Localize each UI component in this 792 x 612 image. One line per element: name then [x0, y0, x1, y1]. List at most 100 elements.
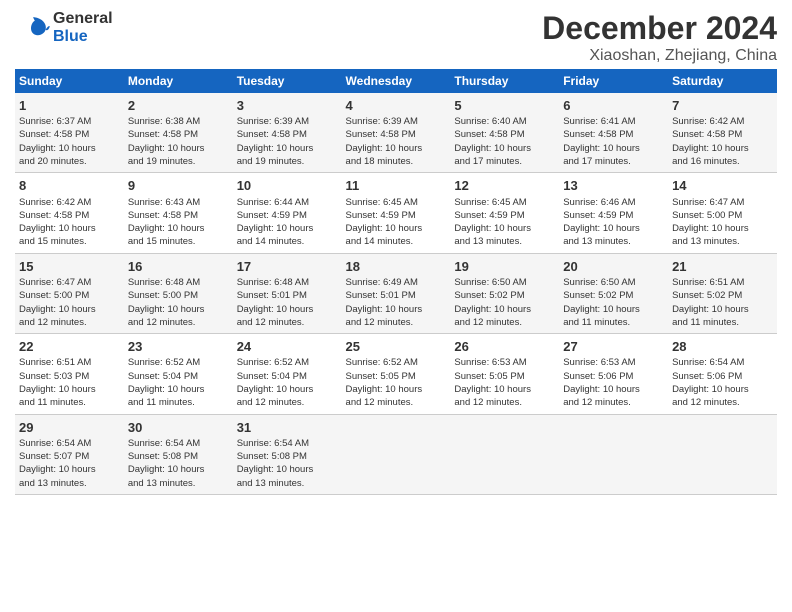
day-info: Sunrise: 6:50 AM Sunset: 5:02 PM Dayligh…	[563, 276, 664, 329]
day-info: Sunrise: 6:44 AM Sunset: 4:59 PM Dayligh…	[237, 196, 338, 249]
day-number: 2	[128, 97, 229, 115]
calendar-cell: 30Sunrise: 6:54 AM Sunset: 5:08 PM Dayli…	[124, 414, 233, 494]
day-info: Sunrise: 6:42 AM Sunset: 4:58 PM Dayligh…	[672, 115, 773, 168]
header-day-wednesday: Wednesday	[342, 69, 451, 93]
day-info: Sunrise: 6:50 AM Sunset: 5:02 PM Dayligh…	[454, 276, 555, 329]
day-info: Sunrise: 6:54 AM Sunset: 5:08 PM Dayligh…	[237, 437, 338, 490]
day-number: 16	[128, 258, 229, 276]
day-number: 30	[128, 419, 229, 437]
calendar-cell: 21Sunrise: 6:51 AM Sunset: 5:02 PM Dayli…	[668, 253, 777, 333]
day-info: Sunrise: 6:54 AM Sunset: 5:08 PM Dayligh…	[128, 437, 229, 490]
calendar-cell: 19Sunrise: 6:50 AM Sunset: 5:02 PM Dayli…	[450, 253, 559, 333]
location-subtitle: Xiaoshan, Zhejiang, China	[542, 47, 777, 65]
calendar-week-4: 22Sunrise: 6:51 AM Sunset: 5:03 PM Dayli…	[15, 334, 777, 414]
day-info: Sunrise: 6:53 AM Sunset: 5:05 PM Dayligh…	[454, 356, 555, 409]
calendar-week-1: 1Sunrise: 6:37 AM Sunset: 4:58 PM Daylig…	[15, 93, 777, 173]
day-info: Sunrise: 6:45 AM Sunset: 4:59 PM Dayligh…	[346, 196, 447, 249]
day-info: Sunrise: 6:37 AM Sunset: 4:58 PM Dayligh…	[19, 115, 120, 168]
day-number: 22	[19, 338, 120, 356]
day-info: Sunrise: 6:48 AM Sunset: 5:00 PM Dayligh…	[128, 276, 229, 329]
day-number: 15	[19, 258, 120, 276]
day-info: Sunrise: 6:47 AM Sunset: 5:00 PM Dayligh…	[672, 196, 773, 249]
day-info: Sunrise: 6:39 AM Sunset: 4:58 PM Dayligh…	[237, 115, 338, 168]
day-number: 20	[563, 258, 664, 276]
logo-blue-text: Blue	[53, 28, 113, 46]
day-info: Sunrise: 6:46 AM Sunset: 4:59 PM Dayligh…	[563, 196, 664, 249]
calendar-cell	[342, 414, 451, 494]
day-info: Sunrise: 6:52 AM Sunset: 5:05 PM Dayligh…	[346, 356, 447, 409]
calendar-cell: 12Sunrise: 6:45 AM Sunset: 4:59 PM Dayli…	[450, 173, 559, 253]
day-number: 9	[128, 177, 229, 195]
calendar-cell	[668, 414, 777, 494]
day-number: 1	[19, 97, 120, 115]
calendar-cell: 10Sunrise: 6:44 AM Sunset: 4:59 PM Dayli…	[233, 173, 342, 253]
day-number: 19	[454, 258, 555, 276]
day-number: 6	[563, 97, 664, 115]
day-info: Sunrise: 6:51 AM Sunset: 5:03 PM Dayligh…	[19, 356, 120, 409]
calendar-cell: 7Sunrise: 6:42 AM Sunset: 4:58 PM Daylig…	[668, 93, 777, 173]
calendar-cell: 11Sunrise: 6:45 AM Sunset: 4:59 PM Dayli…	[342, 173, 451, 253]
day-number: 8	[19, 177, 120, 195]
day-number: 17	[237, 258, 338, 276]
calendar-header: SundayMondayTuesdayWednesdayThursdayFrid…	[15, 69, 777, 93]
logo-icon	[15, 10, 51, 46]
calendar-cell: 22Sunrise: 6:51 AM Sunset: 5:03 PM Dayli…	[15, 334, 124, 414]
calendar-cell: 27Sunrise: 6:53 AM Sunset: 5:06 PM Dayli…	[559, 334, 668, 414]
calendar-cell: 28Sunrise: 6:54 AM Sunset: 5:06 PM Dayli…	[668, 334, 777, 414]
day-info: Sunrise: 6:39 AM Sunset: 4:58 PM Dayligh…	[346, 115, 447, 168]
calendar-cell: 23Sunrise: 6:52 AM Sunset: 5:04 PM Dayli…	[124, 334, 233, 414]
calendar-cell	[450, 414, 559, 494]
calendar-cell: 31Sunrise: 6:54 AM Sunset: 5:08 PM Dayli…	[233, 414, 342, 494]
day-number: 31	[237, 419, 338, 437]
day-number: 26	[454, 338, 555, 356]
calendar-cell: 2Sunrise: 6:38 AM Sunset: 4:58 PM Daylig…	[124, 93, 233, 173]
day-info: Sunrise: 6:43 AM Sunset: 4:58 PM Dayligh…	[128, 196, 229, 249]
day-info: Sunrise: 6:38 AM Sunset: 4:58 PM Dayligh…	[128, 115, 229, 168]
day-info: Sunrise: 6:40 AM Sunset: 4:58 PM Dayligh…	[454, 115, 555, 168]
day-info: Sunrise: 6:45 AM Sunset: 4:59 PM Dayligh…	[454, 196, 555, 249]
day-number: 18	[346, 258, 447, 276]
calendar-cell: 1Sunrise: 6:37 AM Sunset: 4:58 PM Daylig…	[15, 93, 124, 173]
day-number: 25	[346, 338, 447, 356]
day-info: Sunrise: 6:47 AM Sunset: 5:00 PM Dayligh…	[19, 276, 120, 329]
header-day-monday: Monday	[124, 69, 233, 93]
day-number: 13	[563, 177, 664, 195]
calendar-week-3: 15Sunrise: 6:47 AM Sunset: 5:00 PM Dayli…	[15, 253, 777, 333]
calendar-week-2: 8Sunrise: 6:42 AM Sunset: 4:58 PM Daylig…	[15, 173, 777, 253]
header-day-tuesday: Tuesday	[233, 69, 342, 93]
calendar-cell	[559, 414, 668, 494]
day-number: 23	[128, 338, 229, 356]
header-day-friday: Friday	[559, 69, 668, 93]
calendar-cell: 5Sunrise: 6:40 AM Sunset: 4:58 PM Daylig…	[450, 93, 559, 173]
header-day-sunday: Sunday	[15, 69, 124, 93]
month-title: December 2024	[542, 10, 777, 47]
day-info: Sunrise: 6:54 AM Sunset: 5:06 PM Dayligh…	[672, 356, 773, 409]
calendar-cell: 14Sunrise: 6:47 AM Sunset: 5:00 PM Dayli…	[668, 173, 777, 253]
calendar-cell: 29Sunrise: 6:54 AM Sunset: 5:07 PM Dayli…	[15, 414, 124, 494]
calendar-cell: 20Sunrise: 6:50 AM Sunset: 5:02 PM Dayli…	[559, 253, 668, 333]
day-number: 28	[672, 338, 773, 356]
day-number: 3	[237, 97, 338, 115]
calendar-cell: 9Sunrise: 6:43 AM Sunset: 4:58 PM Daylig…	[124, 173, 233, 253]
calendar-cell: 17Sunrise: 6:48 AM Sunset: 5:01 PM Dayli…	[233, 253, 342, 333]
calendar-cell: 26Sunrise: 6:53 AM Sunset: 5:05 PM Dayli…	[450, 334, 559, 414]
logo-general-text: General	[53, 10, 113, 28]
main-container: General Blue December 2024 Xiaoshan, Zhe…	[0, 0, 792, 505]
calendar-week-5: 29Sunrise: 6:54 AM Sunset: 5:07 PM Dayli…	[15, 414, 777, 494]
calendar-cell: 6Sunrise: 6:41 AM Sunset: 4:58 PM Daylig…	[559, 93, 668, 173]
day-info: Sunrise: 6:53 AM Sunset: 5:06 PM Dayligh…	[563, 356, 664, 409]
title-block: December 2024 Xiaoshan, Zhejiang, China	[542, 10, 777, 65]
day-number: 10	[237, 177, 338, 195]
calendar-cell: 24Sunrise: 6:52 AM Sunset: 5:04 PM Dayli…	[233, 334, 342, 414]
logo-words: General Blue	[53, 10, 113, 45]
calendar-cell: 16Sunrise: 6:48 AM Sunset: 5:00 PM Dayli…	[124, 253, 233, 333]
day-info: Sunrise: 6:41 AM Sunset: 4:58 PM Dayligh…	[563, 115, 664, 168]
day-number: 21	[672, 258, 773, 276]
calendar-cell: 8Sunrise: 6:42 AM Sunset: 4:58 PM Daylig…	[15, 173, 124, 253]
calendar-cell: 4Sunrise: 6:39 AM Sunset: 4:58 PM Daylig…	[342, 93, 451, 173]
day-info: Sunrise: 6:42 AM Sunset: 4:58 PM Dayligh…	[19, 196, 120, 249]
day-number: 12	[454, 177, 555, 195]
calendar-cell: 18Sunrise: 6:49 AM Sunset: 5:01 PM Dayli…	[342, 253, 451, 333]
header-day-thursday: Thursday	[450, 69, 559, 93]
day-number: 11	[346, 177, 447, 195]
